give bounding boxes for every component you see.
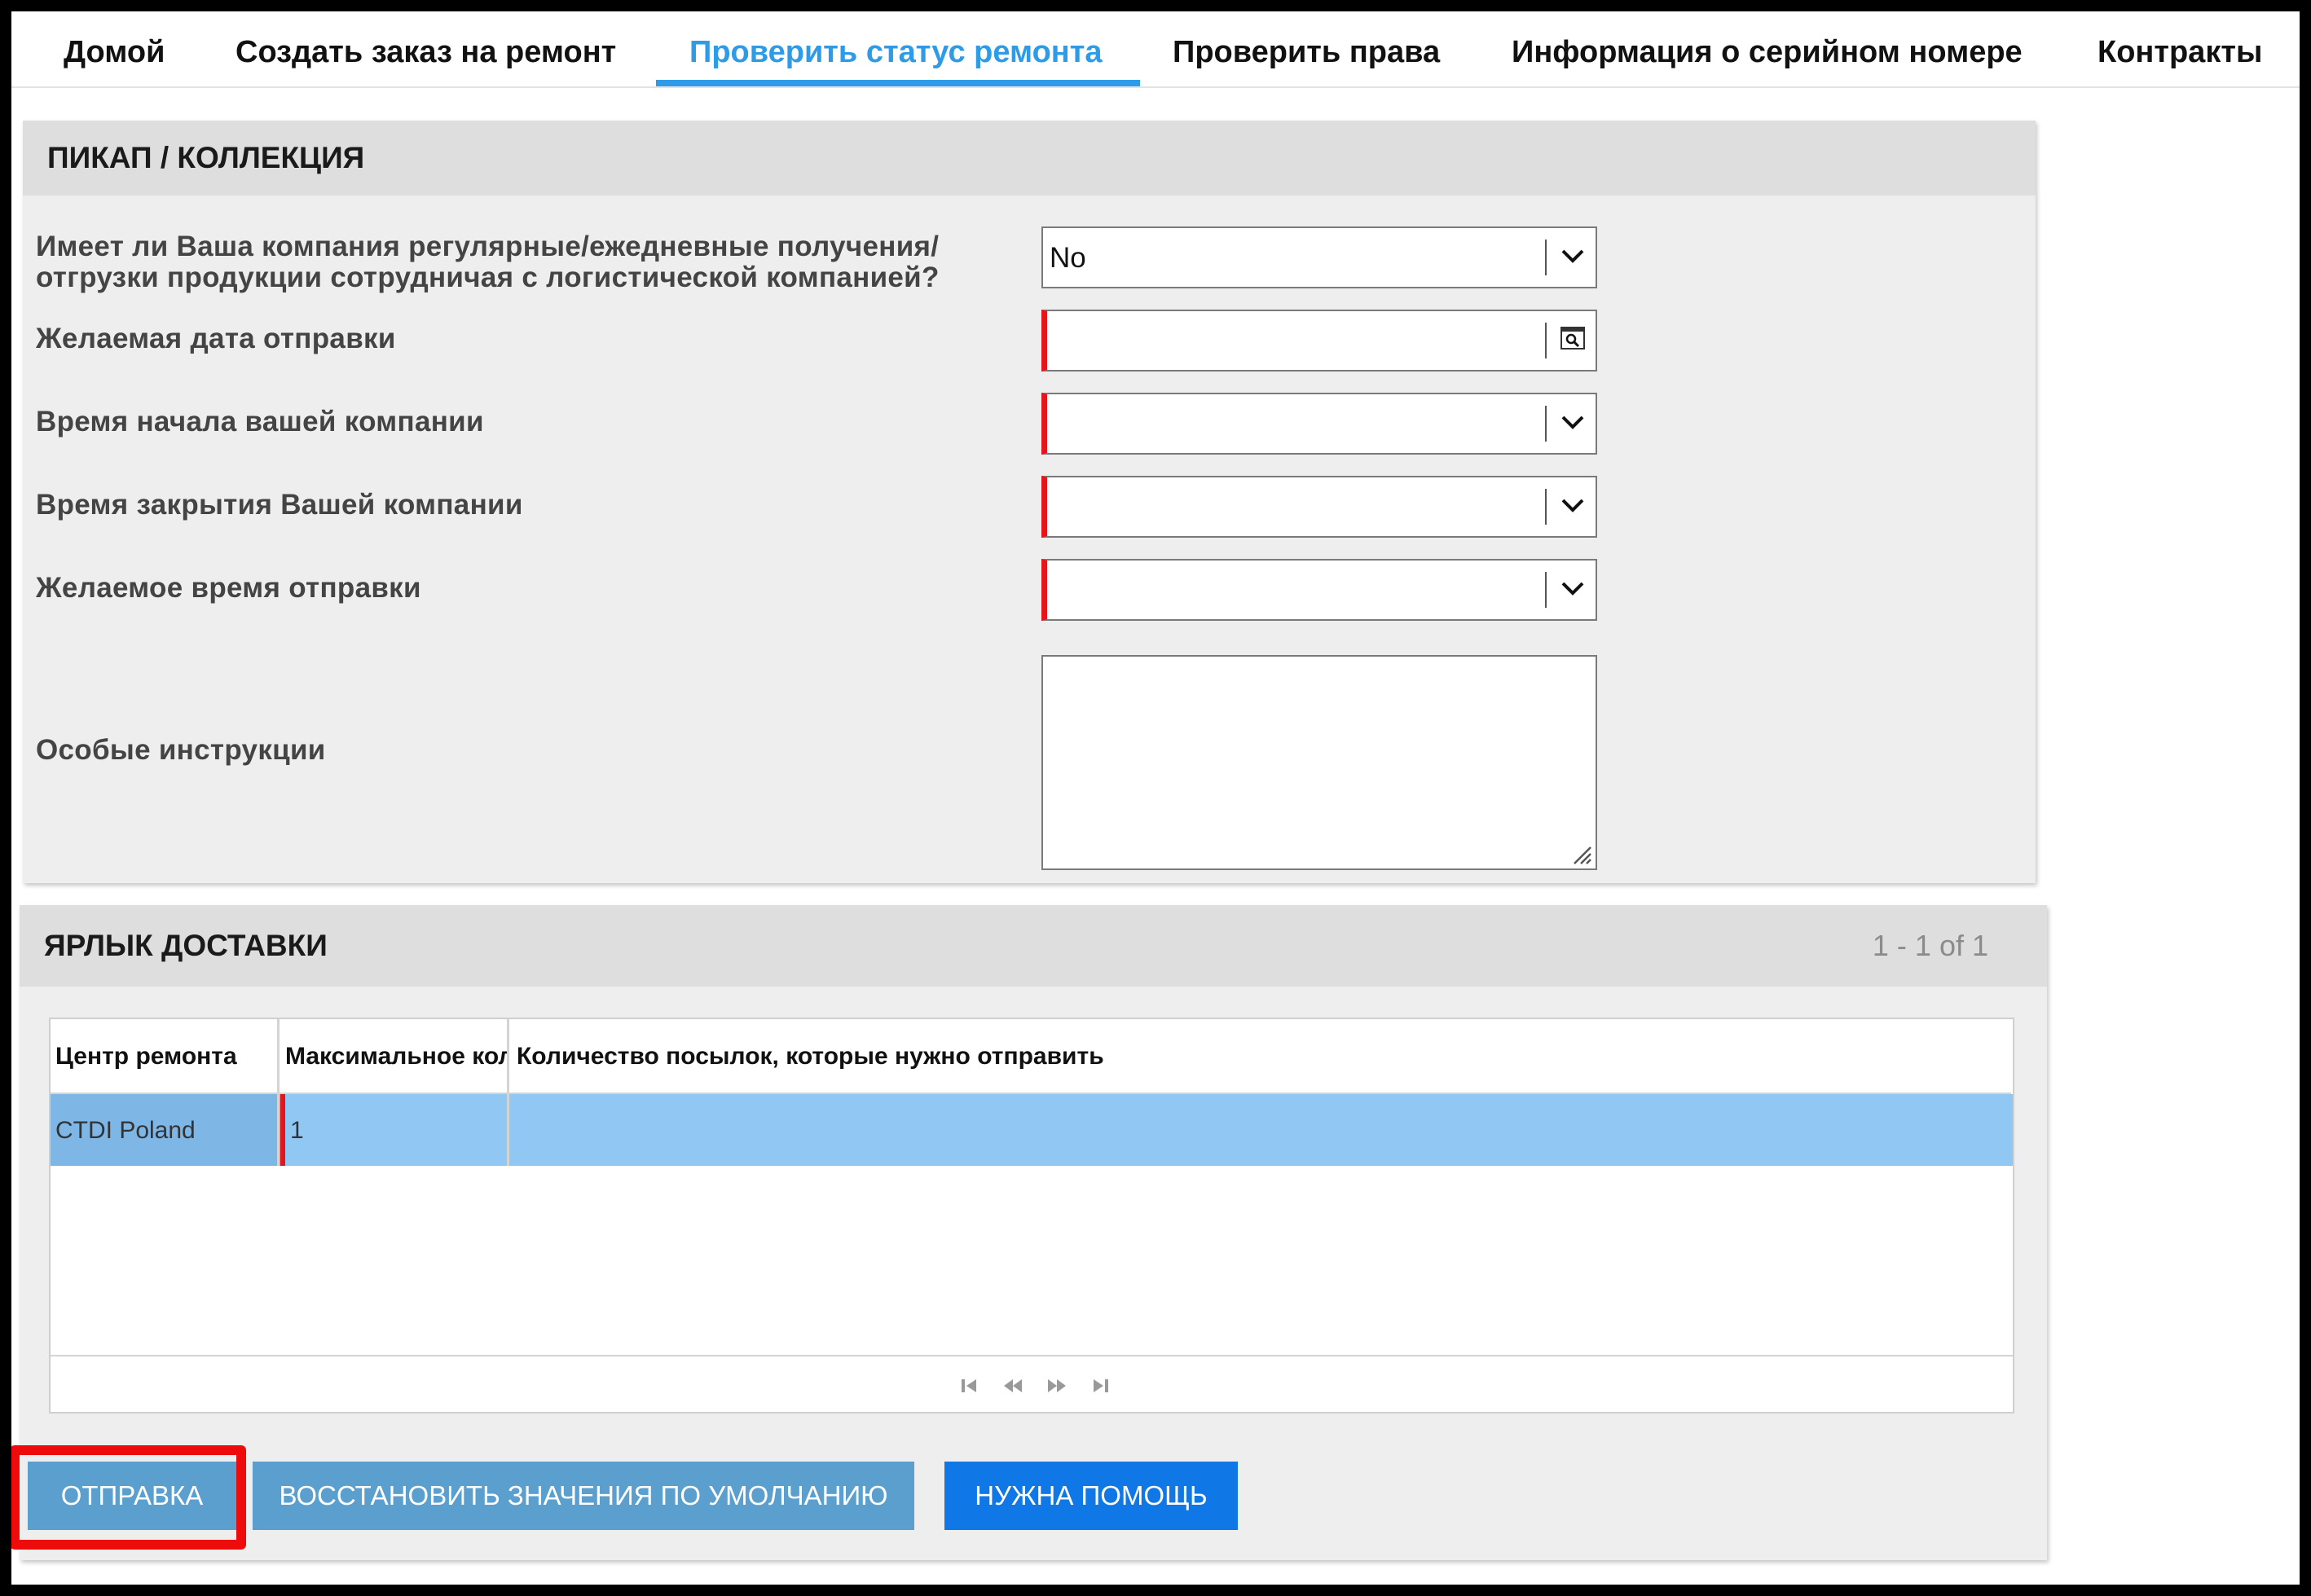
regular-pickup-label: Имеет ли Ваша компания регулярные/ежедне… bbox=[36, 231, 940, 293]
desired-ship-date-input[interactable] bbox=[1041, 310, 1597, 372]
tab-check-repair-status[interactable]: Проверить статус ремонта bbox=[689, 11, 1103, 88]
company-open-time-label: Время начала вашей компании bbox=[36, 406, 484, 437]
desired-ship-time-label: Желаемое время отправки bbox=[36, 572, 421, 604]
pager-summary: 1 - 1 of 1 bbox=[1872, 929, 1988, 962]
company-open-time-select[interactable] bbox=[1041, 393, 1597, 455]
need-help-button[interactable]: НУЖНА ПОМОЩЬ bbox=[944, 1462, 1238, 1530]
label-line-1: Имеет ли Ваша компания регулярные/ежедне… bbox=[36, 231, 940, 262]
divider bbox=[1545, 240, 1547, 275]
special-instructions-label: Особые инструкции bbox=[36, 734, 326, 766]
chevron-down-icon[interactable] bbox=[1548, 561, 1596, 619]
last-page-icon[interactable] bbox=[1089, 1374, 1118, 1397]
selected-value: No bbox=[1050, 242, 1086, 274]
tab-contracts[interactable]: Контракты bbox=[2098, 11, 2262, 88]
column-header-packages[interactable]: Количество посылок, которые нужно отправ… bbox=[512, 1019, 1979, 1093]
next-page-icon[interactable] bbox=[1045, 1374, 1074, 1397]
column-divider bbox=[277, 1019, 280, 1166]
divider bbox=[1545, 406, 1547, 442]
chevron-down-icon[interactable] bbox=[1548, 394, 1596, 453]
panel-title: ЯРЛЫК ДОСТАВКИ bbox=[44, 929, 328, 962]
prev-page-icon[interactable] bbox=[1001, 1374, 1030, 1397]
special-instructions-textarea[interactable] bbox=[1041, 655, 1597, 870]
active-tab-indicator bbox=[656, 80, 1140, 86]
calendar-search-icon[interactable] bbox=[1548, 311, 1596, 370]
resize-handle-icon[interactable] bbox=[1569, 842, 1592, 865]
desired-ship-time-select[interactable] bbox=[1041, 559, 1597, 621]
table-row[interactable]: CTDI Poland 1 bbox=[51, 1094, 2013, 1166]
reset-defaults-button[interactable]: ВОССТАНОВИТЬ ЗНАЧЕНИЯ ПО УМОЛЧАНИЮ bbox=[253, 1462, 914, 1530]
company-close-time-select[interactable] bbox=[1041, 476, 1597, 538]
first-page-icon[interactable] bbox=[958, 1374, 988, 1397]
cell-repair-center: CTDI Poland bbox=[55, 1117, 196, 1144]
panel-header: ПИКАП / КОЛЛЕКЦИЯ bbox=[23, 121, 2036, 196]
label-line-2: отгрузки продукции сотрудничая с логисти… bbox=[36, 262, 940, 293]
column-divider bbox=[507, 1019, 509, 1166]
pickup-collection-panel: ПИКАП / КОЛЛЕКЦИЯ Имеет ли Ваша компания… bbox=[23, 121, 2036, 883]
page-frame: Домой Создать заказ на ремонт Проверить … bbox=[11, 11, 2300, 1585]
cell-max-qty[interactable]: 1 bbox=[285, 1094, 505, 1166]
footer-divider bbox=[51, 1355, 2013, 1356]
divider bbox=[1545, 489, 1547, 525]
tab-home[interactable]: Домой bbox=[64, 11, 165, 88]
column-header-repair-center[interactable]: Центр ремонта bbox=[51, 1019, 277, 1093]
regular-pickup-select[interactable]: No bbox=[1041, 226, 1597, 288]
cell-packages[interactable] bbox=[512, 1094, 1979, 1166]
divider bbox=[1545, 323, 1547, 358]
tab-create-repair-order[interactable]: Создать заказ на ремонт bbox=[236, 11, 616, 88]
chevron-down-icon[interactable] bbox=[1548, 228, 1596, 287]
top-navigation: Домой Создать заказ на ремонт Проверить … bbox=[11, 11, 2300, 88]
submit-highlight-box bbox=[11, 1445, 246, 1550]
panel-title: ПИКАП / КОЛЛЕКЦИЯ bbox=[47, 141, 365, 174]
tab-check-rights[interactable]: Проверить права bbox=[1173, 11, 1440, 88]
panel-header: ЯРЛЫК ДОСТАВКИ 1 - 1 of 1 bbox=[20, 905, 2047, 987]
desired-ship-date-label: Желаемая дата отправки bbox=[36, 323, 396, 354]
chevron-down-icon[interactable] bbox=[1548, 477, 1596, 536]
divider bbox=[1545, 572, 1547, 608]
tab-serial-number-info[interactable]: Информация о серийном номере bbox=[1512, 11, 2023, 88]
column-header-max-qty[interactable]: Максимальное кол bbox=[280, 1019, 508, 1093]
shipping-grid: Центр ремонта Максимальное кол Количеств… bbox=[49, 1018, 2014, 1414]
company-close-time-label: Время закрытия Вашей компании bbox=[36, 489, 523, 521]
